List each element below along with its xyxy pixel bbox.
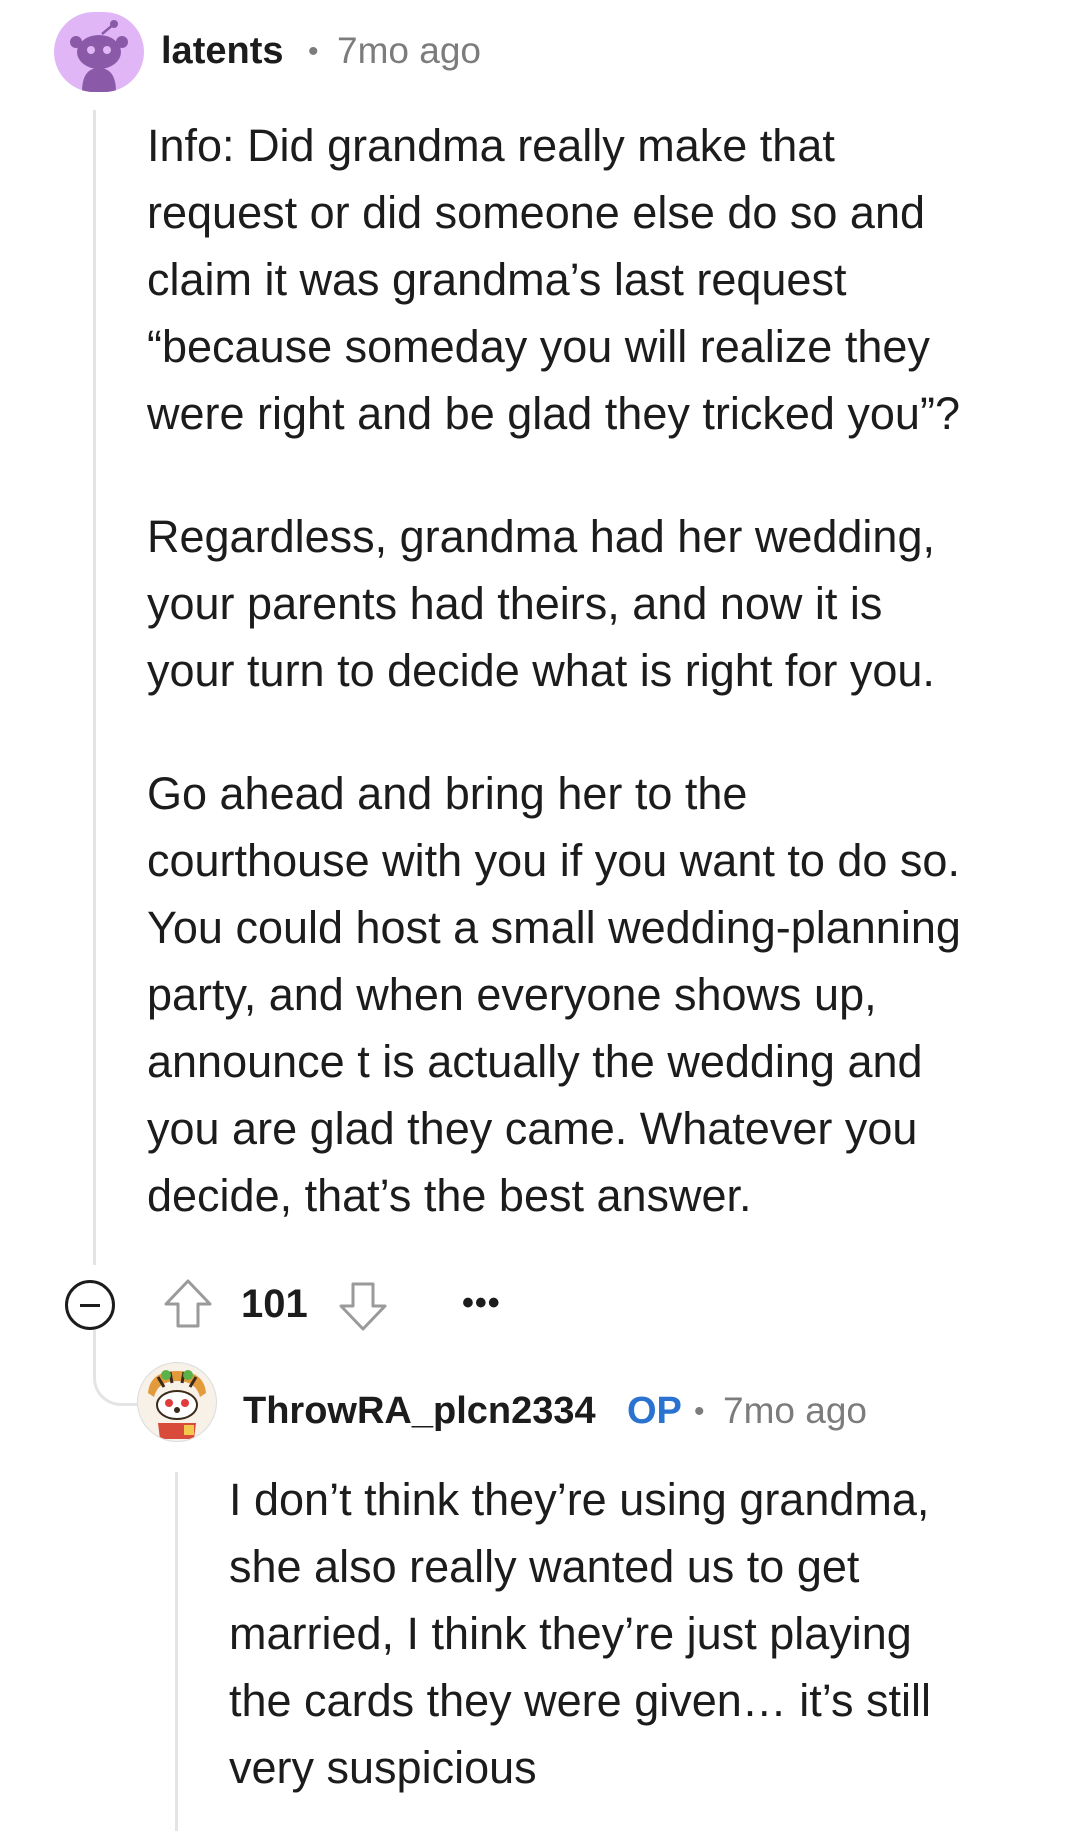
comment-timestamp: 7mo ago xyxy=(337,30,481,71)
tiger-snoo-avatar-icon xyxy=(139,1364,215,1440)
comment-paragraph: Go ahead and bring her to the courthouse… xyxy=(147,768,961,1221)
more-options-button[interactable]: ••• xyxy=(462,1284,501,1323)
reply-thread-line[interactable] xyxy=(175,1472,178,1831)
thread-connector xyxy=(93,1345,141,1406)
arrow-down-icon xyxy=(339,1282,387,1331)
reply-body: I don’t think they’re using grandma, she… xyxy=(229,1474,931,1793)
upvote-button[interactable] xyxy=(160,1276,216,1332)
reply-avatar[interactable] xyxy=(137,1362,217,1442)
collapse-thread-button[interactable] xyxy=(65,1280,115,1330)
reply-author[interactable]: ThrowRA_plcn2334 xyxy=(243,1390,596,1433)
comment-author[interactable]: latents xyxy=(161,30,283,73)
comment-paragraph: Info: Did grandma really make that reque… xyxy=(147,120,960,439)
arrow-up-icon xyxy=(164,1279,212,1328)
thread-connector-top xyxy=(93,1330,96,1350)
downvote-button[interactable] xyxy=(335,1278,391,1334)
meta-separator: • xyxy=(694,1395,705,1428)
avatar[interactable] xyxy=(54,12,144,92)
thread-line[interactable] xyxy=(93,110,96,1265)
reply-timestamp: 7mo ago xyxy=(723,1390,867,1431)
snoo-avatar-icon xyxy=(70,20,128,92)
comment-paragraph: Regardless, grandma had her wedding, you… xyxy=(147,511,935,696)
op-badge: OP xyxy=(627,1390,682,1432)
vote-score: 101 xyxy=(241,1282,308,1326)
meta-separator: • xyxy=(308,35,319,68)
